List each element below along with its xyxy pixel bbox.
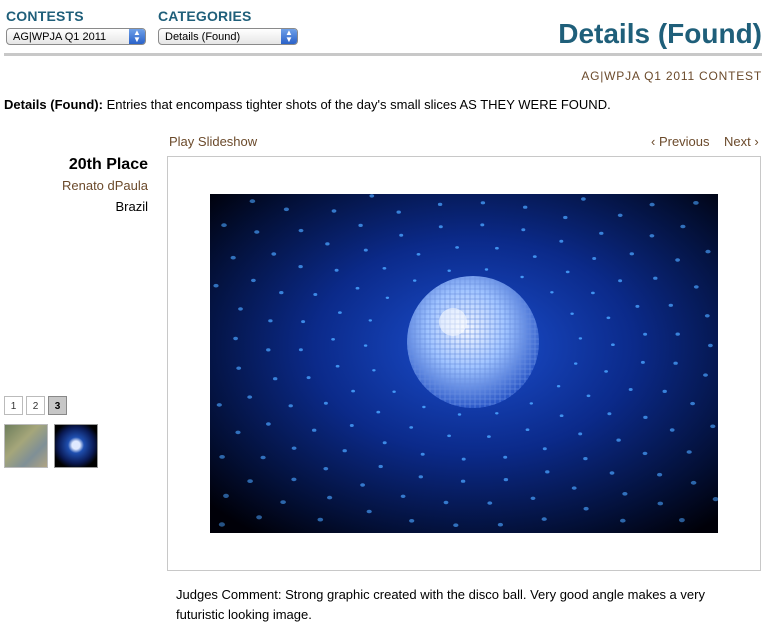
entry-country: Brazil (115, 199, 148, 214)
page-button[interactable]: 2 (26, 396, 45, 415)
contests-selected-value: AG|WPJA Q1 2011 (13, 31, 107, 43)
play-slideshow-link[interactable]: Play Slideshow (169, 134, 257, 149)
entry-place: 20th Place (68, 156, 148, 173)
page-button[interactable]: 1 (4, 396, 23, 415)
page-title: Details (Found) (558, 18, 762, 49)
select-arrows-icon: ▲ ▼ (129, 29, 145, 44)
select-arrows-icon: ▲ ▼ (281, 29, 297, 44)
categories-selected-value: Details (Found) (165, 31, 241, 43)
header-divider (4, 53, 762, 56)
disco-ball-photo (210, 194, 718, 533)
next-link[interactable]: Next › (724, 134, 759, 149)
pagination: 1 2 3 (4, 396, 67, 415)
photographer-link[interactable]: Renato dPaula (62, 178, 148, 193)
page-button-active[interactable]: 3 (48, 396, 67, 415)
categories-select[interactable]: Details (Found) ▲ ▼ (158, 28, 298, 45)
description-label: Details (Found): (4, 97, 103, 112)
thumbnail-2-selected[interactable] (54, 424, 98, 468)
thumbnail-1[interactable] (4, 424, 48, 468)
category-description: Details (Found): Entries that encompass … (4, 97, 611, 112)
contest-name: AG|WPJA Q1 2011 CONTEST (581, 69, 762, 83)
previous-link[interactable]: ‹ Previous (651, 134, 710, 149)
judges-comment: Judges Comment: Strong graphic created w… (176, 587, 705, 622)
contests-select[interactable]: AG|WPJA Q1 2011 ▲ ▼ (6, 28, 146, 45)
contests-label: CONTESTS (6, 8, 84, 24)
description-text: Entries that encompass tighter shots of … (106, 97, 611, 112)
categories-label: CATEGORIES (158, 8, 252, 24)
